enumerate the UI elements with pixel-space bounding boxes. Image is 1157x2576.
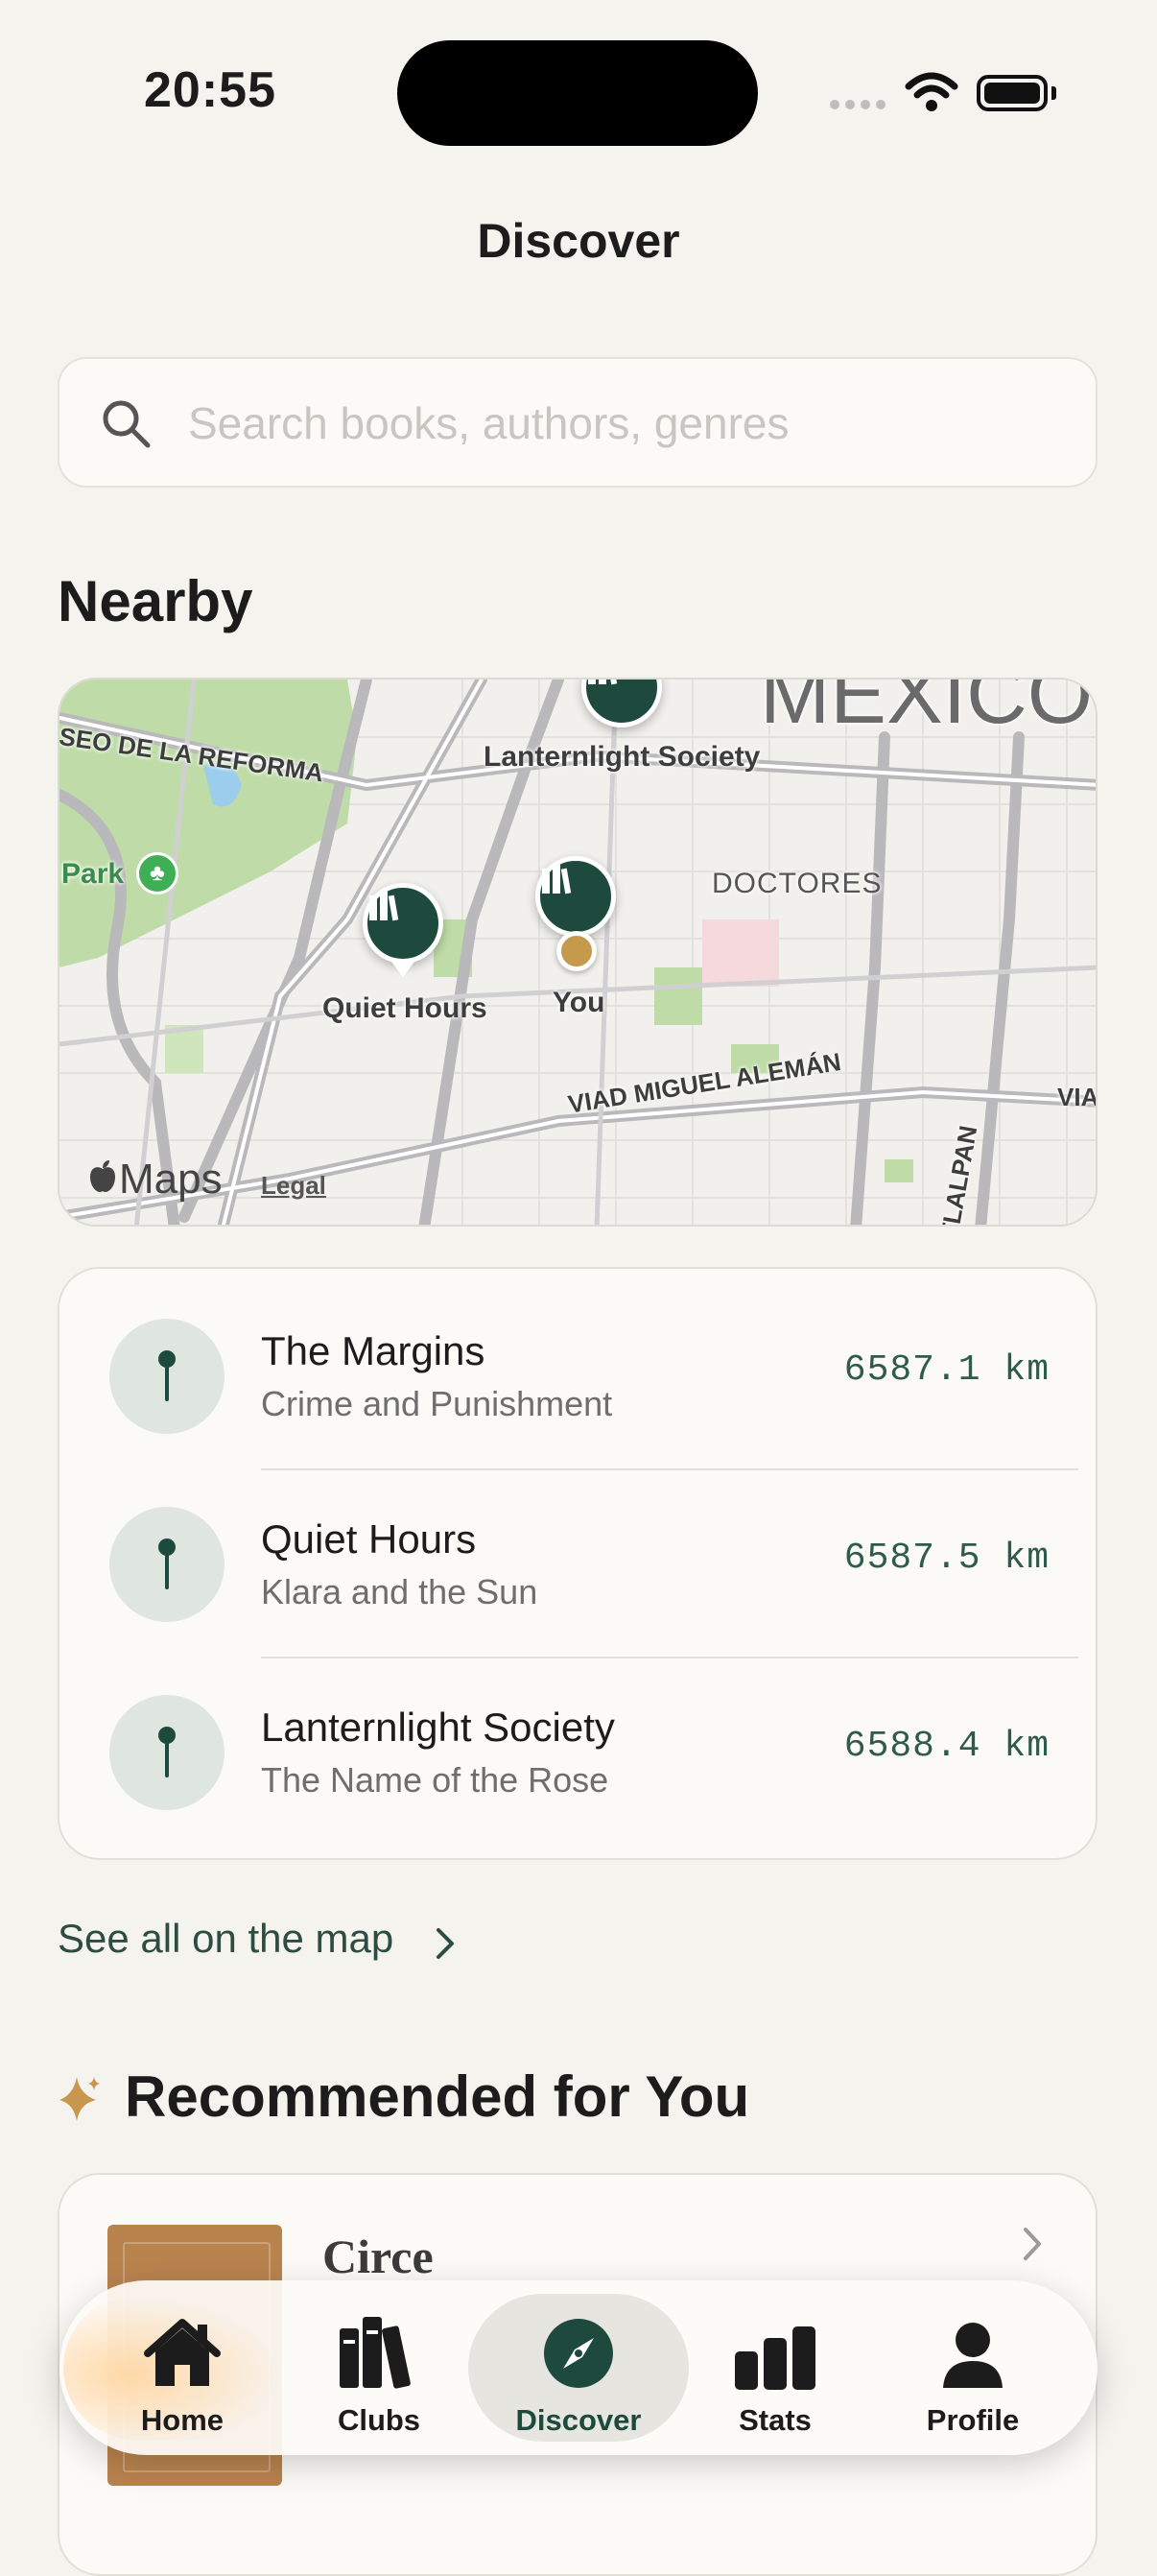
tab-clubs[interactable]: Clubs [283,2294,475,2442]
user-location-dot [556,931,597,971]
nearby-list-card: The Margins Crime and Punishment 6587.1 … [58,1267,1098,1860]
map-pin-margins[interactable] [535,856,616,937]
pin-icon [109,1695,224,1810]
tab-profile[interactable]: Profile [877,2294,1069,2442]
map-label-quiet-hours: Quiet Hours [322,992,487,1024]
area-label-park: Park [61,858,125,890]
books-icon [588,680,618,685]
club-name: Lanternlight Society [261,1705,615,1750]
chevron-right-icon [1021,2225,1044,2268]
club-book: The Name of the Rose [261,1760,609,1800]
books-icon [338,2311,420,2390]
club-book: Crime and Punishment [261,1384,613,1423]
nearby-row-lanternlight[interactable]: Lanternlight Society The Name of the Ros… [59,1645,1099,1831]
club-book: Klara and the Sun [261,1572,538,1611]
compass-icon [542,2311,615,2390]
nearby-row-margins[interactable]: The Margins Crime and Punishment 6587.1 … [59,1269,1099,1455]
club-distance: 6588.4 km [843,1726,1050,1767]
tab-label: Discover [515,2403,642,2437]
page-title: Discover [477,214,680,268]
see-all-map-link[interactable]: See all on the map [58,1916,393,1962]
recommended-heading: Recommended for You [125,2064,750,2129]
book-title: Circe [322,2230,434,2283]
books-icon [369,892,399,921]
pin-icon [109,1319,224,1434]
club-distance: 6587.5 km [843,1538,1050,1579]
books-icon [542,865,572,894]
map-pin-quiet-hours[interactable] [363,883,443,964]
wifi-icon [905,71,958,118]
map-label-lanternlight: Lanternlight Society [484,741,761,773]
tab-stats[interactable]: Stats [679,2294,871,2442]
search-icon [100,397,153,456]
club-distance: 6587.1 km [843,1349,1050,1391]
dynamic-island [397,40,758,146]
tab-discover[interactable]: Discover [483,2294,674,2442]
map-pin-tail [391,962,414,977]
tab-label: Home [140,2403,224,2437]
area-label-doctores: DOCTORES [712,868,883,899]
sparkle-icon [58,2075,102,2128]
maps-attribution: Maps [119,1156,223,1203]
tab-label: Stats [739,2403,812,2437]
house-icon [142,2311,223,2390]
status-time: 20:55 [144,62,276,118]
street-label-via: VIA [1057,1083,1098,1111]
cellular-signal-icon [830,100,885,109]
nearby-heading: Nearby [58,569,253,633]
tab-label: Profile [926,2403,1020,2437]
chevron-right-icon [434,1925,457,1967]
park-icon: ♣ [136,852,178,894]
map-label-you: You [553,987,605,1018]
pin-icon [109,1507,224,1622]
search-input[interactable] [186,382,1053,465]
club-name: Quiet Hours [261,1516,477,1562]
bar-chart-icon [733,2311,817,2390]
person-icon [939,2311,1006,2390]
map-legal-link[interactable]: Legal [261,1171,326,1201]
nearby-row-quiet-hours[interactable]: Quiet Hours Klara and the Sun 6587.5 km [59,1457,1099,1643]
battery-icon [977,75,1048,111]
battery-tip [1051,86,1056,100]
nearby-map[interactable]: SEO DE LA REFORMA VIAD MIGUEL ALEMÁN VIA… [58,678,1098,1227]
tab-home[interactable]: Home [86,2294,278,2442]
area-label-mexico: México [760,678,1094,741]
club-name: The Margins [261,1328,485,1373]
tab-label: Clubs [337,2403,421,2437]
